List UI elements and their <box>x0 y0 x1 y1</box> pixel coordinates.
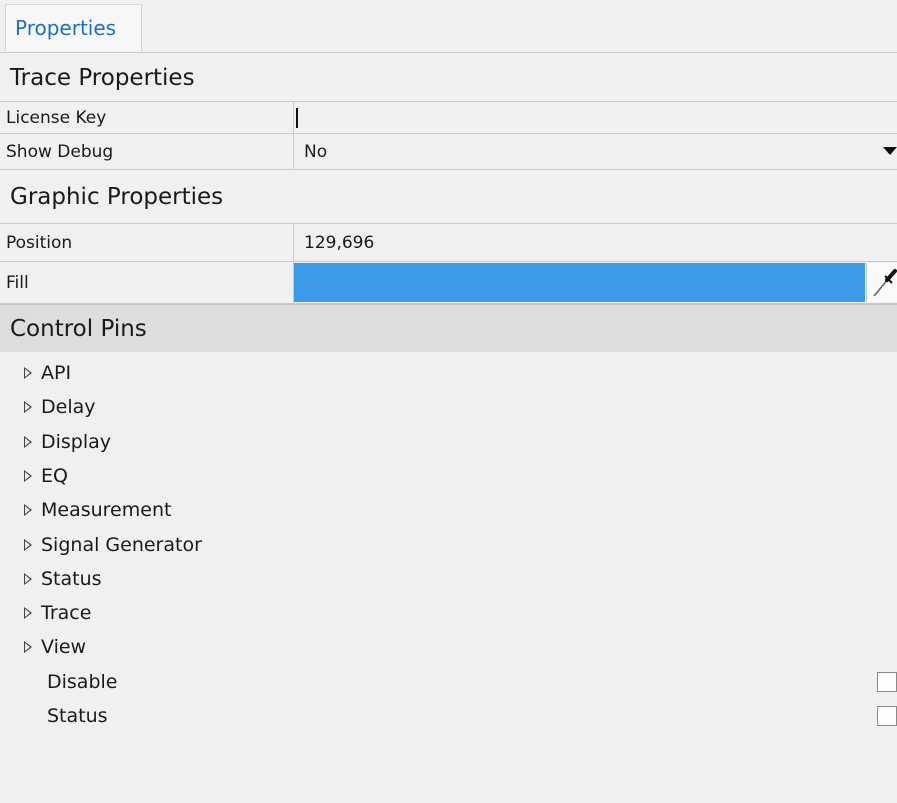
tree-item-eq[interactable]: EQ <box>0 459 897 493</box>
show-debug-label: Show Debug <box>0 134 294 169</box>
tree-item-display[interactable]: Display <box>0 425 897 459</box>
tree-item-signal-generator[interactable]: Signal Generator <box>0 528 897 562</box>
section-graphic-properties[interactable]: Graphic Properties <box>0 170 897 224</box>
section-trace-properties[interactable]: Trace Properties <box>0 54 897 102</box>
triangle-right-icon[interactable] <box>24 607 32 620</box>
pin-checkbox[interactable] <box>877 706 897 726</box>
tree-item-api[interactable]: API <box>0 356 897 390</box>
pin-label: Disable <box>47 670 118 693</box>
tree-item-status[interactable]: Status <box>0 562 897 596</box>
tree-item-label: Display <box>41 430 112 453</box>
triangle-right-icon[interactable] <box>24 504 32 517</box>
triangle-right-icon[interactable] <box>24 572 32 585</box>
property-row-license-key: License Key <box>0 102 897 134</box>
license-key-label: License Key <box>0 102 294 133</box>
eyedropper-icon <box>873 269 897 297</box>
pin-checkbox[interactable] <box>877 671 897 692</box>
text-caret <box>296 108 298 128</box>
triangle-right-icon[interactable] <box>24 435 32 448</box>
tree-item-view[interactable]: View <box>0 630 897 664</box>
tree-item-label: EQ <box>41 464 68 487</box>
triangle-right-icon[interactable] <box>24 401 32 414</box>
triangle-right-icon[interactable] <box>24 367 32 379</box>
tree-item-label: Signal Generator <box>41 533 202 556</box>
tree-item-delay[interactable]: Delay <box>0 390 897 424</box>
tree-item-label: Delay <box>41 396 96 419</box>
license-key-input[interactable] <box>294 102 897 133</box>
properties-panel: Properties Trace Properties License Key … <box>0 0 897 803</box>
pin-row-disable: Disable <box>0 665 897 699</box>
tree-item-label: Measurement <box>41 499 172 522</box>
tree-item-label: Trace <box>41 602 92 625</box>
position-label: Position <box>0 224 294 261</box>
property-row-show-debug: Show Debug No <box>0 134 897 170</box>
triangle-right-icon[interactable] <box>24 641 32 654</box>
show-debug-select[interactable]: No <box>294 134 897 169</box>
fill-color-swatch[interactable] <box>294 263 865 302</box>
section-control-pins[interactable]: Control Pins <box>0 304 897 352</box>
tree-item-measurement[interactable]: Measurement <box>0 493 897 527</box>
tree-item-trace[interactable]: Trace <box>0 596 897 630</box>
tab-properties[interactable]: Properties <box>5 4 142 51</box>
tree-item-label: Status <box>41 567 102 590</box>
pin-row-status: Status <box>0 699 897 733</box>
property-row-fill: Fill <box>0 262 897 304</box>
triangle-right-icon[interactable] <box>24 469 32 482</box>
tree-item-label: View <box>41 636 87 659</box>
chevron-down-icon[interactable] <box>883 147 897 155</box>
tab-strip: Properties <box>0 0 897 53</box>
color-picker-button[interactable] <box>866 263 897 302</box>
triangle-right-icon[interactable] <box>24 538 32 551</box>
tree-item-label: API <box>41 362 72 384</box>
pin-label: Status <box>47 705 108 727</box>
position-value[interactable]: 129,696 <box>294 224 897 261</box>
show-debug-value: No <box>304 141 328 162</box>
property-row-position: Position 129,696 <box>0 224 897 262</box>
fill-label: Fill <box>0 262 294 303</box>
